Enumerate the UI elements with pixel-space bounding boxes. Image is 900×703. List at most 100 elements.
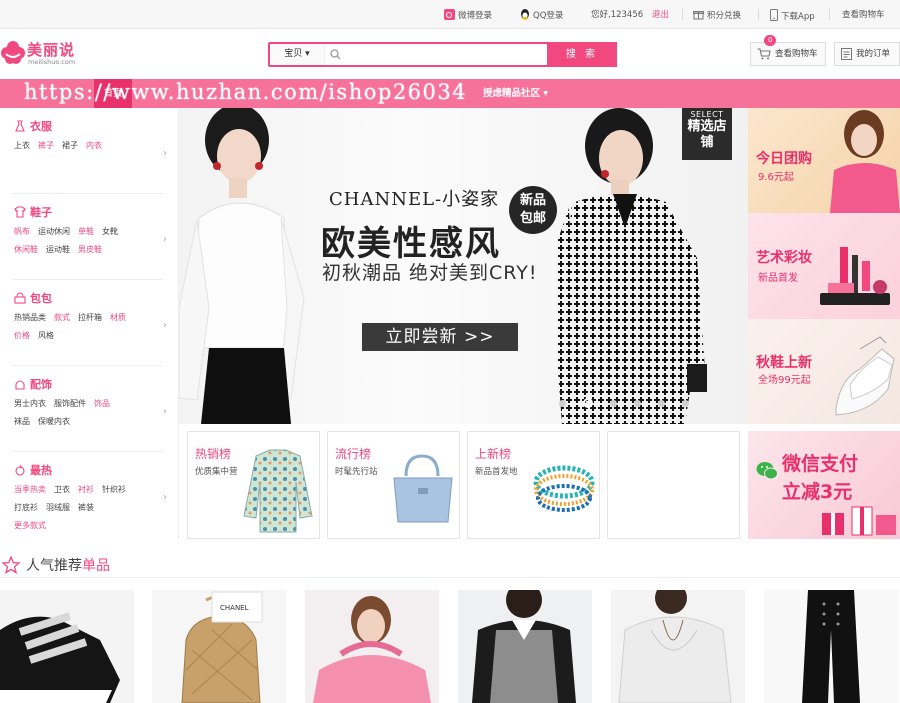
sidebar-link[interactable]: 衬衫 [78, 485, 94, 494]
weibo-login-link[interactable]: 微博登录 [444, 9, 492, 21]
qq-penguin-icon [520, 9, 530, 24]
search-input[interactable] [348, 46, 538, 63]
sidebar-link[interactable]: 打底衫 [14, 503, 38, 512]
phone-icon [770, 9, 778, 25]
sidebar-link-row: 热销品类 款式 拉杆箱 材质 [14, 312, 134, 323]
carousel-dot[interactable] [658, 400, 665, 407]
dress-icon [14, 120, 30, 133]
cart-button[interactable]: 0 查看购物车 [750, 35, 826, 66]
white-shoes-image [835, 336, 895, 416]
sidebar-link[interactable]: 饰品 [94, 399, 110, 408]
gold-chanel-bag-image: CHANEL [181, 591, 263, 703]
tile-sub: 新品首发地 [475, 467, 518, 477]
sidebar-link[interactable]: 运动休闲 [38, 227, 70, 236]
sidebar-link[interactable]: 热销品类 [14, 313, 46, 322]
sidebar-category-2[interactable]: 鞋子 帆布 运动休闲 单鞋 女靴 休闲鞋 运动鞋 男皮鞋 › [0, 194, 179, 280]
sidebar-link[interactable]: 裤装 [78, 503, 94, 512]
promo-makeup[interactable]: 艺术彩妆 新品首发 [748, 213, 900, 319]
carousel-dot[interactable] [682, 400, 689, 407]
carousel-dot[interactable] [559, 400, 566, 407]
my-orders-button[interactable]: 我的订单 [834, 42, 900, 66]
sidebar-link[interactable]: 休闲鞋 [14, 245, 38, 254]
view-cart-link[interactable]: 查看购物车 [842, 9, 885, 21]
sidebar-link[interactable]: 上衣 [14, 141, 30, 150]
sidebar-link[interactable]: 男皮鞋 [78, 245, 102, 254]
search-icon [330, 49, 341, 63]
search-button[interactable]: 搜 索 [547, 42, 617, 67]
sidebar-link[interactable]: 内衣 [86, 141, 102, 150]
promo-autumn-shoes[interactable]: 秋鞋上新 全场99元起 [748, 319, 900, 424]
points-exchange-link[interactable]: 积分兑换 [693, 9, 741, 21]
sidebar-link-row: 男士内衣 服饰配件 饰品 [14, 398, 118, 409]
qq-login-link[interactable]: QQ登录 [520, 9, 563, 21]
logo-domain: meilishuo.com [28, 58, 76, 66]
sidebar-link[interactable]: 男士内衣 [14, 399, 46, 408]
sidebar-link[interactable]: 女靴 [102, 227, 118, 236]
sidebar-link[interactable]: 羽绒服 [46, 503, 70, 512]
sidebar-category-title[interactable]: 配饰 [14, 376, 52, 392]
tile-empty[interactable] [607, 431, 740, 539]
carousel-dot[interactable] [610, 400, 617, 407]
sidebar-category-4[interactable]: 配饰 男士内衣 服饰配件 饰品 袜品 保暖内衣 › [0, 366, 179, 452]
carousel-dot[interactable] [583, 398, 593, 408]
sidebar-link[interactable]: 保暖内衣 [38, 417, 70, 426]
white-knit-model-image [618, 590, 732, 703]
sidebar-category-title[interactable]: 鞋子 [14, 204, 52, 220]
sidebar-category-3[interactable]: 包包 热销品类 款式 拉杆箱 材质 价格 风格 › [0, 280, 179, 366]
site-logo[interactable]: 美丽说 meilishuo.com [0, 38, 90, 70]
product-card[interactable] [458, 590, 592, 703]
orders-label: 我的订单 [856, 49, 891, 59]
download-app-link[interactable]: 下载App [770, 9, 815, 22]
main-nav: 首页 授虑精品社区 ▾ https://www.huzhan.com/ishop… [0, 79, 900, 108]
grey-vest-model-image [472, 590, 576, 703]
try-new-button[interactable]: 立即尝新 >> [362, 323, 518, 351]
select-store-badge[interactable]: SELECT 精选店铺 [682, 108, 732, 160]
sidebar-category-title[interactable]: 衣服 [14, 118, 52, 134]
sidebar-link[interactable]: 当季热卖 [14, 485, 46, 494]
sidebar-category-title[interactable]: 最热 [14, 462, 52, 478]
sidebar-link[interactable]: 拉杆箱 [78, 313, 102, 322]
sidebar-link[interactable]: 裙子 [62, 141, 78, 150]
product-card[interactable]: CHANEL [152, 590, 286, 703]
wechat-pay-promo[interactable]: 微信支付 立减3元 [748, 431, 900, 539]
user-greeting: 您好,123456 [591, 10, 644, 20]
sidebar-link[interactable]: 更多款式 [14, 521, 46, 530]
tile-new-arrivals[interactable]: 上新榜 新品首发地 [467, 431, 600, 539]
logout-link[interactable]: 退出 [652, 9, 669, 21]
hero-banner[interactable]: CHANNEL-小姿家 欧美性感风 初秋潮品 绝对美到CRY! 新品包邮 立即尝… [179, 108, 748, 424]
sidebar-category-title[interactable]: 包包 [14, 290, 52, 306]
tile-hot-sales[interactable]: 热销榜 优质集中营 [187, 431, 320, 539]
sidebar-link[interactable]: 运动鞋 [46, 245, 70, 254]
product-card[interactable] [611, 590, 745, 703]
bag-icon [14, 292, 30, 305]
product-card[interactable] [305, 590, 439, 703]
promo-group-buy[interactable]: 今日团购 9.6元起 [748, 108, 900, 213]
sidebar-link[interactable]: 服饰配件 [54, 399, 86, 408]
nav-item-community[interactable]: 授虑精品社区 ▾ [483, 79, 548, 108]
sidebar-link[interactable]: 袜品 [14, 417, 30, 426]
sidebar-link[interactable]: 单鞋 [78, 227, 94, 236]
promo-sub: 全场99元起 [758, 375, 811, 386]
sidebar-link[interactable]: 帆布 [14, 227, 30, 236]
watermark-text: https://www.huzhan.com/ishop26034 [24, 80, 468, 104]
sidebar-link[interactable]: 针织衫 [102, 485, 126, 494]
tile-sub: 优质集中营 [195, 467, 238, 477]
sidebar-link[interactable]: 风格 [38, 331, 54, 340]
sidebar-link[interactable]: 款式 [54, 313, 70, 322]
carousel-dot[interactable] [634, 400, 641, 407]
gift-icon [693, 9, 704, 24]
product-card[interactable] [764, 590, 898, 703]
sidebar-link[interactable]: 裤子 [38, 141, 54, 150]
sidebar-link[interactable]: 材质 [110, 313, 126, 322]
product-card[interactable] [0, 590, 134, 703]
recommend-title: 人气推荐单品 [26, 558, 110, 574]
sidebar-link-row: 上衣 裤子 裙子 内衣 [14, 140, 110, 151]
search-category-select[interactable]: 宝贝 ▾ [270, 44, 325, 65]
sidebar-link[interactable]: 卫衣 [54, 485, 70, 494]
sidebar-category-5[interactable]: 最热 当季热卖 卫衣 衬衫 针织衫 打底衫 羽绒服 裤装 更多款式 › [0, 452, 179, 538]
tile-title: 热销榜 [195, 447, 232, 461]
tile-trending[interactable]: 流行榜 时髦先行站 [327, 431, 460, 539]
sidebar-link-row: 袜品 保暖内衣 [14, 416, 78, 427]
sidebar-category-1[interactable]: 衣服 上衣 裤子 裙子 内衣 › [0, 108, 179, 194]
sidebar-link[interactable]: 价格 [14, 331, 30, 340]
